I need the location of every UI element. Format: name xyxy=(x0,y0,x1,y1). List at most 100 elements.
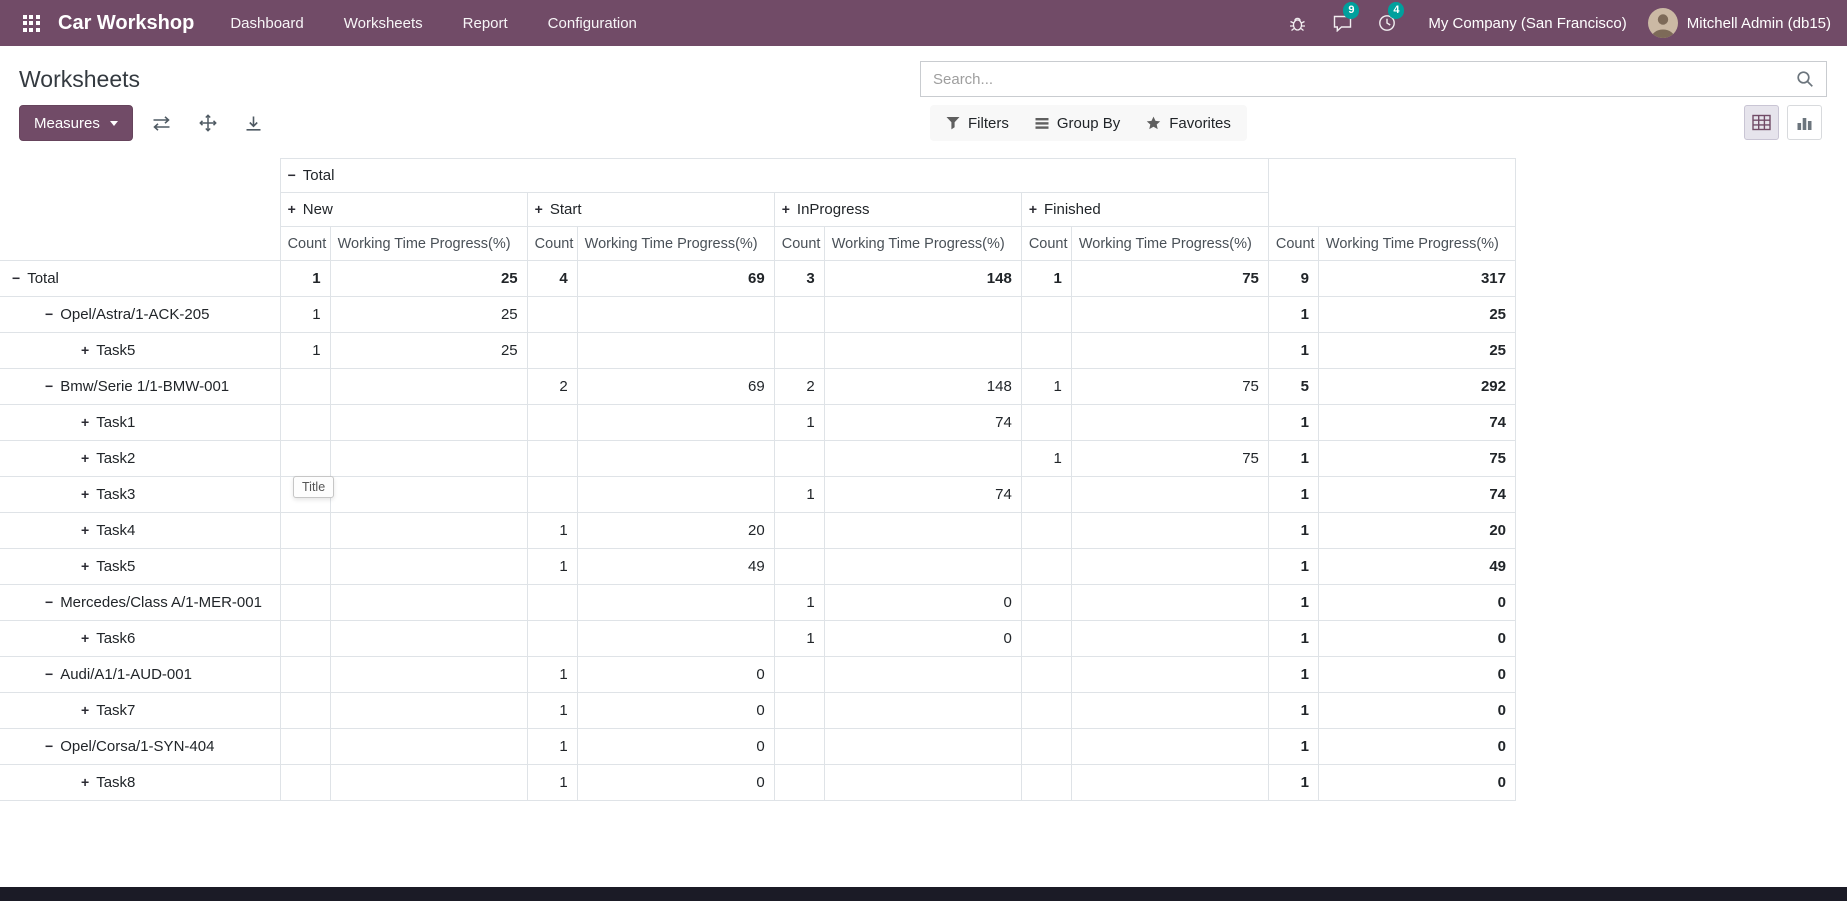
pivot-cell[interactable]: 4 xyxy=(527,261,577,297)
pivot-cell[interactable]: 1 xyxy=(527,729,577,765)
pivot-cell[interactable] xyxy=(824,729,1021,765)
measure-header-count[interactable]: Count xyxy=(1268,227,1318,261)
filters-button[interactable]: Filters xyxy=(936,109,1019,138)
pivot-cell[interactable] xyxy=(774,441,824,477)
pivot-cell[interactable]: 1 xyxy=(1268,549,1318,585)
pivot-cell[interactable]: 75 xyxy=(1318,441,1515,477)
pivot-row-header-task7[interactable]: +Task7 xyxy=(0,693,280,729)
search-button[interactable] xyxy=(1784,62,1826,96)
pivot-cell[interactable]: 0 xyxy=(1318,765,1515,801)
pivot-cell[interactable] xyxy=(824,765,1021,801)
expand-icon[interactable]: + xyxy=(81,630,89,646)
expand-icon[interactable]: + xyxy=(81,342,89,358)
measure-header-working-time-progress[interactable]: Working Time Progress(%) xyxy=(1318,227,1515,261)
pivot-cell[interactable]: 0 xyxy=(1318,621,1515,657)
pivot-row-header-task2[interactable]: +Task2 xyxy=(0,441,280,477)
pivot-cell[interactable]: 1 xyxy=(527,693,577,729)
pivot-cell[interactable] xyxy=(280,765,330,801)
pivot-cell[interactable]: 1 xyxy=(1268,693,1318,729)
pivot-row-header-task1[interactable]: +Task1 xyxy=(0,405,280,441)
pivot-cell[interactable]: 1 xyxy=(1268,477,1318,513)
pivot-cell[interactable] xyxy=(280,405,330,441)
expand-icon[interactable]: + xyxy=(81,774,89,790)
pivot-cell[interactable] xyxy=(824,549,1021,585)
pivot-cell[interactable]: 1 xyxy=(1021,261,1071,297)
collapse-icon[interactable]: − xyxy=(12,270,20,286)
pivot-cell[interactable] xyxy=(330,441,527,477)
pivot-cell[interactable] xyxy=(577,405,774,441)
pivot-cell[interactable]: 1 xyxy=(1268,657,1318,693)
pivot-cell[interactable] xyxy=(577,477,774,513)
pivot-cell[interactable] xyxy=(1071,297,1268,333)
pivot-cell[interactable] xyxy=(280,693,330,729)
pivot-cell[interactable]: 0 xyxy=(1318,693,1515,729)
pivot-cell[interactable]: 1 xyxy=(1268,405,1318,441)
pivot-cell[interactable] xyxy=(824,657,1021,693)
pivot-cell[interactable] xyxy=(824,441,1021,477)
pivot-cell[interactable] xyxy=(1021,549,1071,585)
pivot-cell[interactable] xyxy=(280,729,330,765)
pivot-cell[interactable] xyxy=(280,621,330,657)
pivot-cell[interactable] xyxy=(1021,585,1071,621)
pivot-col-group-finished[interactable]: +Finished xyxy=(1021,193,1268,227)
pivot-cell[interactable]: 148 xyxy=(824,369,1021,405)
activities-clock-icon[interactable]: 4 xyxy=(1375,11,1399,35)
pivot-cell[interactable] xyxy=(577,441,774,477)
pivot-row-header-audi-a1-1-aud-001[interactable]: −Audi/A1/1-AUD-001 xyxy=(0,657,280,693)
collapse-icon[interactable]: − xyxy=(45,594,53,610)
pivot-row-header-task3[interactable]: +Task3 xyxy=(0,477,280,513)
pivot-cell[interactable]: 74 xyxy=(824,477,1021,513)
measures-button[interactable]: Measures xyxy=(19,105,133,141)
pivot-cell[interactable] xyxy=(577,297,774,333)
pivot-cell[interactable] xyxy=(1021,657,1071,693)
measure-header-working-time-progress[interactable]: Working Time Progress(%) xyxy=(577,227,774,261)
pivot-cell[interactable]: 1 xyxy=(280,333,330,369)
pivot-cell[interactable]: 1 xyxy=(1268,585,1318,621)
download-xlsx-button[interactable] xyxy=(237,106,271,140)
expand-icon[interactable]: + xyxy=(535,201,543,217)
pivot-cell[interactable] xyxy=(1021,693,1071,729)
pivot-cell[interactable] xyxy=(527,441,577,477)
pivot-cell[interactable] xyxy=(527,477,577,513)
measure-header-count[interactable]: Count xyxy=(1021,227,1071,261)
pivot-row-header-task6[interactable]: +Task6 xyxy=(0,621,280,657)
pivot-col-header-total[interactable]: −Total xyxy=(280,159,1268,193)
expand-icon[interactable]: + xyxy=(81,522,89,538)
pivot-row-header-task4[interactable]: +Task4 xyxy=(0,513,280,549)
pivot-cell[interactable] xyxy=(1021,405,1071,441)
pivot-cell[interactable] xyxy=(1071,405,1268,441)
pivot-cell[interactable]: 317 xyxy=(1318,261,1515,297)
pivot-cell[interactable] xyxy=(1021,297,1071,333)
collapse-icon[interactable]: − xyxy=(45,306,53,322)
measure-header-count[interactable]: Count xyxy=(280,227,330,261)
pivot-cell[interactable]: 1 xyxy=(1268,621,1318,657)
pivot-cell[interactable]: 0 xyxy=(824,621,1021,657)
collapse-icon[interactable]: − xyxy=(288,167,296,183)
pivot-cell[interactable]: 1 xyxy=(1268,729,1318,765)
pivot-cell[interactable] xyxy=(774,333,824,369)
pivot-cell[interactable]: 75 xyxy=(1071,441,1268,477)
pivot-cell[interactable] xyxy=(1071,549,1268,585)
menu-worksheets[interactable]: Worksheets xyxy=(344,15,423,32)
collapse-icon[interactable]: − xyxy=(45,378,53,394)
pivot-cell[interactable] xyxy=(577,333,774,369)
pivot-cell[interactable]: 1 xyxy=(774,405,824,441)
pivot-cell[interactable]: 0 xyxy=(1318,585,1515,621)
measure-header-working-time-progress[interactable]: Working Time Progress(%) xyxy=(330,227,527,261)
menu-dashboard[interactable]: Dashboard xyxy=(230,15,303,32)
pivot-cell[interactable]: 25 xyxy=(330,297,527,333)
pivot-cell[interactable] xyxy=(330,405,527,441)
expand-all-button[interactable] xyxy=(191,106,225,140)
pivot-cell[interactable] xyxy=(1021,513,1071,549)
pivot-cell[interactable]: 9 xyxy=(1268,261,1318,297)
pivot-cell[interactable]: 1 xyxy=(527,549,577,585)
pivot-cell[interactable] xyxy=(774,729,824,765)
pivot-cell[interactable]: 3 xyxy=(774,261,824,297)
pivot-cell[interactable] xyxy=(824,333,1021,369)
expand-icon[interactable]: + xyxy=(1029,201,1037,217)
pivot-cell[interactable] xyxy=(1071,765,1268,801)
pivot-cell[interactable]: 0 xyxy=(1318,729,1515,765)
pivot-cell[interactable]: 1 xyxy=(774,477,824,513)
group-by-button[interactable]: Group By xyxy=(1025,109,1130,138)
pivot-col-group-start[interactable]: +Start xyxy=(527,193,774,227)
